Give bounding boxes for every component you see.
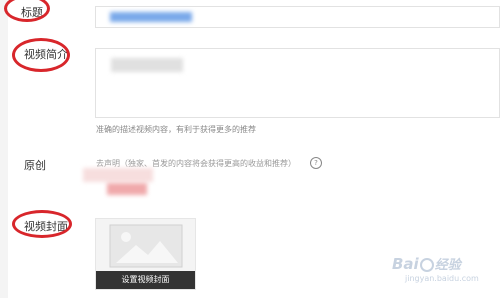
watermark-brand-right: 经验 [434, 258, 461, 273]
description-textarea[interactable] [95, 48, 500, 118]
title-annotation-ellipse [4, 0, 50, 22]
original-blurred-button[interactable] [107, 183, 147, 195]
title-input[interactable] [95, 6, 500, 28]
description-blurred-value [111, 58, 183, 72]
original-statement-text: 去声明（独家、首发的内容将会获得更高的收益和推荐） [96, 159, 296, 168]
title-input-blurred-value [110, 12, 192, 22]
left-sidebar-strip [0, 0, 8, 298]
set-cover-button[interactable]: 设置视频封面 [96, 271, 195, 289]
cover-upload-box[interactable]: 设置视频封面 [95, 218, 196, 290]
original-blurred-region [83, 168, 153, 182]
baidu-paw-icon [419, 257, 434, 272]
original-label: 原创 [24, 159, 46, 172]
cover-annotation-ellipse [12, 210, 72, 238]
baidu-watermark: Bai 经验 [392, 254, 461, 273]
watermark-url: jingyan.baidu.com [405, 274, 479, 283]
description-annotation-ellipse [12, 38, 70, 72]
description-hint: 准确的描述视频内容，有利于获得更多的推荐 [96, 125, 256, 134]
help-icon[interactable]: ? [310, 157, 322, 169]
watermark-brand-left: Bai [392, 255, 419, 273]
image-placeholder-icon [109, 224, 183, 268]
